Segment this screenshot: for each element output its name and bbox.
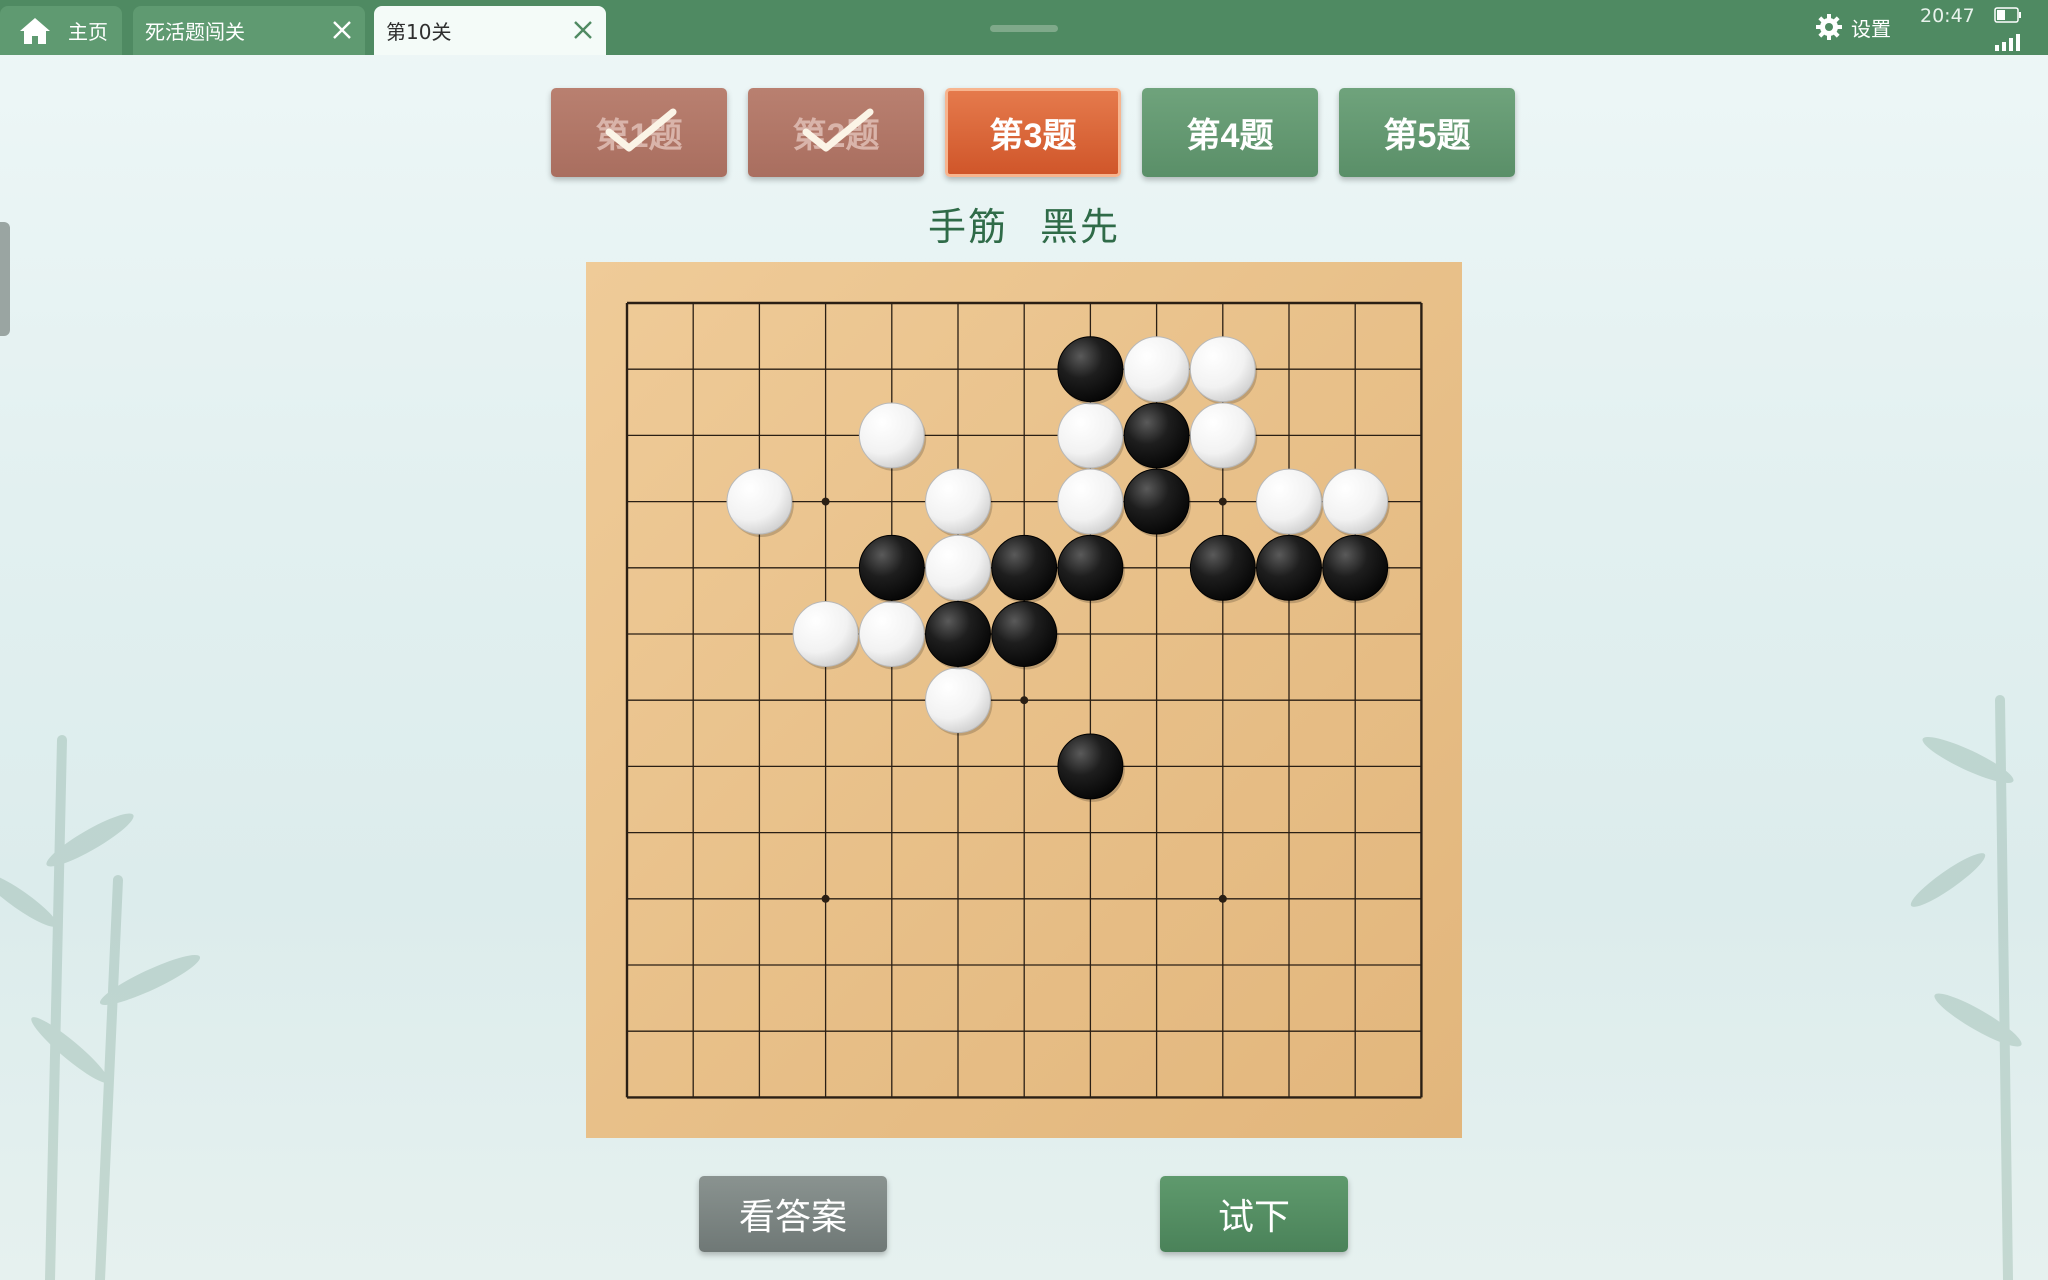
black-stone [1057,534,1124,601]
white-stone [1189,402,1256,469]
tab-home-label: 主页 [68,20,108,44]
star-point [1218,894,1227,903]
black-stone [991,601,1058,667]
white-stone [925,534,991,601]
problem-title: 手筋 黑先 [927,205,1121,249]
problem-1-button[interactable]: 第1题 [551,88,727,177]
black-stone [1123,402,1190,469]
white-stone [1057,468,1124,535]
go-board[interactable] [586,262,1462,1138]
problem-5-button[interactable]: 第5题 [1339,88,1515,177]
black-stone [1322,534,1389,601]
white-stone [726,468,793,535]
home-icon [20,17,50,44]
white-stone [858,601,925,667]
try-move-label: 试下 [1217,1197,1290,1238]
problem-3-button[interactable]: 第3题 [945,88,1121,177]
clock: 20:47 [1920,5,1975,27]
black-stone [1057,733,1124,800]
settings-button[interactable]: 设置 [1815,12,1891,42]
gear-icon [1816,14,1842,40]
white-stone [1057,402,1124,469]
black-stone [858,534,925,601]
star-point [821,497,830,506]
black-stone [925,601,991,667]
battery-icon [1994,7,2021,23]
white-stone [1256,468,1322,535]
tab-bar: 主页 死活题闯关 第10关 设置 20:47 [0,0,2048,55]
problem-3-label: 第3题 [989,117,1077,155]
go-board-svg[interactable] [586,262,1462,1138]
tab-home[interactable]: 主页 [0,6,122,55]
problem-5-label: 第5题 [1383,117,1471,155]
black-stone [991,534,1058,601]
bamboo-decoration-left [0,735,200,1280]
close-icon[interactable] [331,19,353,41]
problem-4-button[interactable]: 第4题 [1142,88,1318,177]
black-stone [1123,468,1190,535]
white-stone [1123,336,1190,403]
view-answer-button[interactable]: 看答案 [699,1176,887,1252]
star-point [1218,497,1227,506]
drag-handle[interactable] [990,25,1058,32]
view-answer-label: 看答案 [738,1197,847,1238]
close-icon[interactable] [572,19,594,41]
white-stone [1189,336,1256,403]
white-stone [925,468,991,535]
problem-4-label: 第4题 [1186,117,1274,155]
white-stone [1322,468,1389,535]
black-stone [1057,336,1124,403]
try-move-button[interactable]: 试下 [1160,1176,1348,1252]
tab-deadlive-label: 死活题闯关 [145,20,245,44]
tab-level-label: 第10关 [386,20,452,44]
check-icon [605,108,677,152]
white-stone [925,667,991,734]
tab-level[interactable]: 第10关 [374,6,606,55]
white-stone [792,601,859,667]
bamboo-decoration-right [1910,695,2022,1280]
check-icon [802,108,874,152]
tab-deadlive-challenge[interactable]: 死活题闯关 [133,6,365,55]
star-point [1020,696,1029,705]
signal-icon [1995,34,2020,51]
problem-2-button[interactable]: 第2题 [748,88,924,177]
star-point [821,894,830,903]
black-stone [1256,534,1322,601]
white-stone [858,402,925,469]
settings-label: 设置 [1851,16,1891,41]
black-stone [1189,534,1256,601]
